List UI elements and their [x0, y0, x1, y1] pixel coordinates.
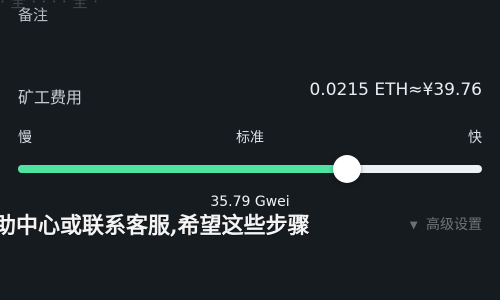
fee-value: 0.0215 ETH≈¥39.76	[309, 80, 482, 100]
top-strip: · 全 · · · · 全 ·	[0, 0, 99, 11]
note-label: 备注	[18, 6, 49, 24]
advanced-settings-label: 高级设置	[426, 217, 482, 233]
fee-slider[interactable]	[18, 155, 482, 183]
advanced-settings[interactable]: ▼ 高级设置	[410, 214, 482, 234]
speed-labels: 慢 标准 快	[18, 127, 482, 147]
slider-fill	[18, 165, 347, 173]
speed-standard-label: 标准	[236, 130, 264, 146]
speed-slow-label: 慢	[18, 130, 32, 146]
triangle-down-icon: ▼	[409, 220, 418, 231]
slider-thumb[interactable]	[333, 155, 361, 183]
speed-fast-label: 快	[468, 130, 482, 146]
fee-label: 矿工费用	[18, 88, 83, 107]
fee-row: 矿工费用 0.0215 ETH≈¥39.76	[18, 80, 482, 107]
